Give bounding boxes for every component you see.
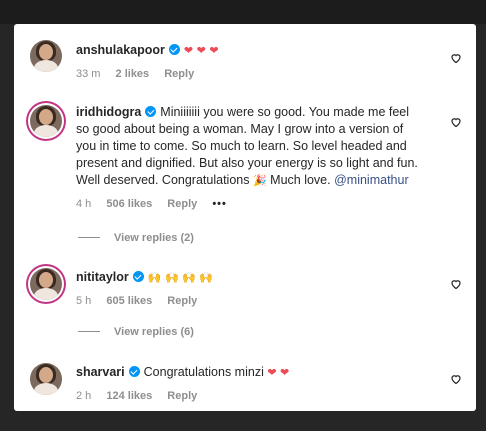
comment-text-line: Well deserved. Congratulations <box>76 173 250 187</box>
verified-badge-icon <box>168 44 180 55</box>
comment-text-line: so good about being a woman. May I grow … <box>76 122 404 136</box>
comment-text-line: present and dignified. But also your ene… <box>76 156 418 170</box>
raised-hands-emoji: 🙌 🙌 🙌 🙌 <box>147 271 214 284</box>
comment-time: 5 h <box>76 295 92 307</box>
heart-outline-icon[interactable] <box>450 116 462 128</box>
backdrop-top <box>0 0 486 24</box>
comment-text: Congratulations minzi <box>143 365 264 379</box>
comment-text-line: Miniiiiiii you were so good. You made me… <box>160 105 410 119</box>
verified-badge-icon <box>145 106 157 117</box>
reply-button[interactable]: Reply <box>167 295 197 307</box>
view-replies-label: View replies (6) <box>114 326 194 338</box>
likes-count[interactable]: 2 likes <box>116 68 150 80</box>
more-options-icon[interactable]: ••• <box>212 198 227 210</box>
reply-button[interactable]: Reply <box>167 390 197 402</box>
comment-text-tail: Much love. <box>270 173 331 187</box>
party-emoji: 🎉 <box>252 174 267 187</box>
heart-outline-icon[interactable] <box>450 373 462 385</box>
mention-link[interactable]: @minimathur <box>334 173 409 187</box>
avatar[interactable] <box>30 363 62 395</box>
comment-time: 4 h <box>76 198 92 210</box>
verified-badge-icon <box>132 271 144 282</box>
comment-time: 2 h <box>76 390 92 402</box>
reply-button[interactable]: Reply <box>164 68 194 80</box>
username[interactable]: sharvari <box>76 365 125 379</box>
username[interactable]: iridhidogra <box>76 105 141 119</box>
likes-count[interactable]: 605 likes <box>106 295 152 307</box>
heart-emoji: ❤ ❤ <box>267 366 290 379</box>
username[interactable]: nititaylor <box>76 270 129 284</box>
comment-text-line: you in time to come. So much to learn. S… <box>76 139 407 153</box>
backdrop-left-edge <box>0 150 10 180</box>
view-replies-button[interactable]: View replies (2) <box>78 232 194 244</box>
heart-outline-icon[interactable] <box>450 52 462 64</box>
replies-divider <box>78 237 100 238</box>
avatar[interactable] <box>30 268 62 300</box>
likes-count[interactable]: 506 likes <box>106 198 152 210</box>
comment-time: 33 m <box>76 68 101 80</box>
heart-emoji: ❤ ❤ ❤ <box>183 44 219 57</box>
avatar[interactable] <box>30 105 62 137</box>
avatar[interactable] <box>30 40 62 72</box>
comments-panel: anshulakapoor ❤ ❤ ❤ 33 m 2 likes Reply ir… <box>14 24 476 411</box>
replies-divider <box>78 331 100 332</box>
username[interactable]: anshulakapoor <box>76 43 165 57</box>
view-replies-button[interactable]: View replies (6) <box>78 326 194 338</box>
reply-button[interactable]: Reply <box>167 198 197 210</box>
view-replies-label: View replies (2) <box>114 232 194 244</box>
verified-badge-icon <box>128 366 140 377</box>
heart-outline-icon[interactable] <box>450 278 462 290</box>
likes-count[interactable]: 124 likes <box>106 390 152 402</box>
